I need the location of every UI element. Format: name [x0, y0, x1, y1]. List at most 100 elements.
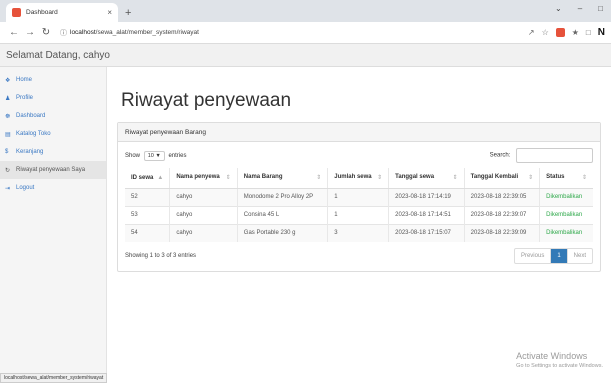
watermark-subtitle: Go to Settings to activate Windows. [516, 363, 603, 369]
entries-label: entries [168, 152, 187, 159]
extension-icon[interactable] [555, 28, 565, 37]
previous-button[interactable]: Previous [515, 249, 550, 263]
back-icon[interactable]: ← [6, 27, 22, 38]
column-label: Nama Barang [243, 174, 283, 181]
sidebar-item-logout[interactable]: ⇥ Logout [0, 179, 106, 197]
close-tab-icon[interactable]: × [107, 8, 112, 17]
panel-body: Show 10 ▼ entries Search: ID sewa ▲ Nama … [118, 142, 600, 271]
cell-id: 52 [125, 187, 170, 206]
url-path: /sewa_alat/member_system/riwayat [95, 29, 199, 36]
sidebar-item-label: Dashboard [16, 113, 46, 119]
info-icon[interactable]: ⓘ [60, 28, 67, 38]
column-label: Tanggal sewa [395, 174, 435, 181]
profile-icon[interactable]: N [598, 27, 605, 38]
list-icon: ▤ [5, 131, 11, 138]
sidebar-item-katalog[interactable]: ▤ Katalog Toko [0, 125, 106, 143]
cell-id: 53 [125, 205, 170, 224]
page-title: Riwayat penyewaan [121, 90, 292, 111]
puzzle-icon[interactable]: ★ [572, 28, 579, 37]
url-field[interactable]: ⓘ localhost /sewa_alat/member_system/riw… [60, 28, 528, 38]
window-controls: ⌄ – □ [555, 4, 603, 13]
column-header-id[interactable]: ID sewa ▲ [125, 168, 170, 189]
star-icon[interactable]: ☆ [542, 28, 549, 37]
activate-windows-watermark: Activate Windows Go to Settings to activ… [516, 351, 603, 369]
search-label: Search: [489, 152, 511, 159]
column-header-nama-penyewa[interactable]: Nama penyewa ⇕ [169, 168, 238, 189]
address-bar: ← → ↻ ⓘ localhost /sewa_alat/member_syst… [0, 22, 611, 44]
search-control: Search: [490, 148, 593, 163]
cell-tanggal-kembali: 2023-08-18 22:39:05 [463, 187, 540, 206]
sort-icon: ⇕ [377, 175, 383, 182]
column-label: Tanggal Kembali [470, 174, 519, 181]
reload-icon[interactable]: ↻ [38, 27, 54, 38]
cell-tanggal-sewa: 2023-08-18 17:14:51 [388, 205, 465, 224]
history-icon: ↻ [5, 167, 11, 174]
page-1-button[interactable]: 1 [550, 249, 567, 263]
main-content: Riwayat penyewaan Riwayat penyewaan Bara… [107, 67, 611, 383]
search-input[interactable] [516, 148, 593, 163]
cell-tanggal-sewa: 2023-08-18 17:15:07 [388, 223, 465, 242]
extensions: ↗ ☆ ★ □ N [528, 27, 605, 38]
column-label: ID sewa [131, 174, 154, 181]
share-icon[interactable]: ↗ [528, 28, 535, 37]
table-footer: Showing 1 to 3 of 3 entries Previous 1 N… [125, 248, 593, 264]
maximize-icon[interactable]: □ [598, 4, 603, 13]
column-header-nama-barang[interactable]: Nama Barang ⇕ [236, 168, 328, 189]
table-info: Showing 1 to 3 of 3 entries [125, 253, 197, 259]
sidebar-item-keranjang[interactable]: $ Keranjang [0, 143, 106, 161]
cell-status: Dikembalikan [539, 187, 593, 206]
column-header-tanggal-kembali[interactable]: Tanggal Kembali ⇕ [463, 168, 540, 189]
sort-icon: ⇕ [452, 175, 458, 182]
table-row: 52 cahyo Monodome 2 Pro Alloy 2P 1 2023-… [125, 187, 593, 206]
cell-jumlah-sewa: 1 [327, 205, 389, 224]
dollar-icon: $ [5, 149, 9, 155]
browser-tab[interactable]: Dashboard × [6, 3, 118, 22]
column-header-tanggal-sewa[interactable]: Tanggal sewa ⇕ [388, 168, 465, 189]
show-label: Show [125, 152, 141, 159]
cell-nama-barang: Gas Portable 230 g [236, 223, 328, 242]
tab-title: Dashboard [26, 9, 58, 16]
cell-nama-penyewa: cahyo [169, 205, 238, 224]
next-button[interactable]: Next [566, 249, 592, 263]
history-panel: Riwayat penyewaan Barang Show 10 ▼ entri… [117, 122, 601, 272]
sidepanel-icon[interactable]: □ [586, 28, 591, 37]
minimize-icon[interactable]: – [578, 4, 582, 13]
entries-select[interactable]: 10 ▼ [143, 150, 165, 161]
sidebar-item-riwayat[interactable]: ↻ Riwayat penyewaan Saya [0, 161, 106, 179]
cell-tanggal-sewa: 2023-08-18 17:14:19 [388, 187, 465, 206]
new-tab-button[interactable]: + [125, 7, 131, 19]
cell-tanggal-kembali: 2023-08-18 22:39:09 [463, 223, 540, 242]
favicon-icon [12, 8, 21, 17]
sidebar-item-dashboard[interactable]: ☸ Dashboard [0, 107, 106, 125]
column-label: Status [546, 174, 565, 181]
chevron-down-icon[interactable]: ⌄ [555, 4, 562, 13]
table-row: 54 cahyo Gas Portable 230 g 3 2023-08-18… [125, 223, 593, 242]
pagination: Previous 1 Next [513, 248, 593, 264]
sort-asc-icon: ▲ [157, 174, 164, 181]
sort-icon: ⇕ [528, 175, 534, 182]
welcome-text: Selamat Datang, cahyo [6, 49, 110, 61]
sidebar-item-profile[interactable]: ♟ Profile [0, 89, 106, 107]
sidebar-item-home[interactable]: ❖ Home [0, 71, 106, 89]
cell-jumlah-sewa: 3 [327, 223, 389, 242]
watermark-title: Activate Windows [516, 351, 588, 361]
sidebar-item-label: Katalog Toko [16, 131, 51, 137]
sort-icon: ⇕ [581, 175, 587, 182]
dashboard-icon: ☸ [5, 113, 11, 120]
page-layout: ❖ Home ♟ Profile ☸ Dashboard ▤ Katalog T… [0, 67, 611, 383]
sidebar: ❖ Home ♟ Profile ☸ Dashboard ▤ Katalog T… [0, 67, 107, 383]
column-header-status[interactable]: Status ⇕ [539, 168, 593, 189]
column-label: Nama penyewa [176, 174, 220, 181]
table-row: 53 cahyo Consina 45 L 1 2023-08-18 17:14… [125, 205, 593, 224]
column-header-jumlah-sewa[interactable]: Jumlah sewa ⇕ [327, 168, 389, 189]
history-table: ID sewa ▲ Nama penyewa ⇕ Nama Barang ⇕ Juml… [125, 168, 593, 242]
user-icon: ♟ [5, 95, 11, 102]
cell-nama-barang: Monodome 2 Pro Alloy 2P [236, 187, 328, 206]
cell-jumlah-sewa: 1 [327, 187, 389, 206]
forward-icon[interactable]: → [22, 27, 38, 38]
table-header-row: ID sewa ▲ Nama penyewa ⇕ Nama Barang ⇕ Juml… [125, 168, 593, 189]
link-status-bar: localhost/sewa_alat/member_system/riwaya… [0, 373, 108, 383]
logout-icon: ⇥ [5, 185, 11, 192]
cell-status: Dikembalikan [539, 223, 593, 242]
cell-status: Dikembalikan [539, 205, 593, 224]
